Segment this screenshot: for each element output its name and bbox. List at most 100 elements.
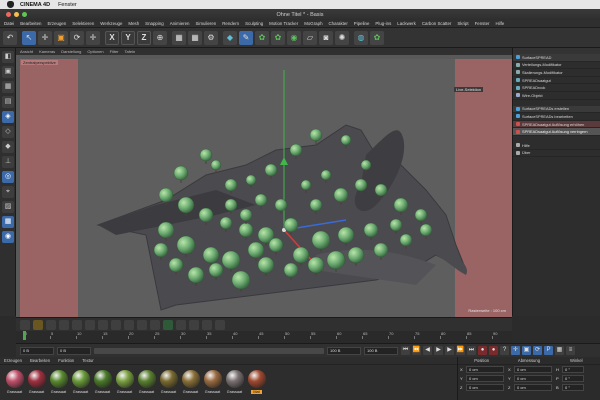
- script-icon[interactable]: [150, 319, 160, 330]
- viewport-menu-item[interactable]: Optionen: [87, 49, 103, 54]
- tweak-mode-icon[interactable]: ◎: [2, 171, 14, 183]
- angle-field[interactable]: 0 °: [562, 375, 584, 382]
- viewport-menu-item[interactable]: Darstellung: [61, 49, 81, 54]
- plugin-menu-item[interactable]: SPREADsaatgut Auflösung erhöhen: [513, 120, 600, 129]
- material-swatch[interactable]: Grassaat: [70, 370, 91, 394]
- live-selection-icon[interactable]: ↖: [22, 30, 36, 45]
- plugin-menu-item[interactable]: Über: [513, 150, 600, 158]
- recent-tools-icon[interactable]: ✛: [86, 30, 100, 45]
- takes-icon[interactable]: [98, 319, 108, 330]
- plugin-menu-item[interactable]: Verteilungs-Modifikator: [513, 62, 600, 70]
- scale-key-icon[interactable]: ▣: [522, 346, 531, 355]
- rotate-icon[interactable]: ⟳: [70, 30, 84, 45]
- app-menu-item[interactable]: Datei: [4, 21, 14, 26]
- angle-field[interactable]: 0 °: [562, 366, 584, 373]
- zoom-window-button[interactable]: [22, 12, 27, 17]
- app-menu-item[interactable]: Werkzeuge: [100, 21, 122, 26]
- app-menu-item[interactable]: Fenster: [475, 21, 490, 26]
- size-field[interactable]: 0 cm: [514, 384, 552, 391]
- material-swatch[interactable]: Grassaat: [4, 370, 25, 394]
- viewport-menu-item[interactable]: Tafeln: [125, 49, 136, 54]
- material-swatch[interactable]: Grassaat: [202, 370, 223, 394]
- keyframe-icon[interactable]: [33, 319, 43, 330]
- position-field[interactable]: 0 cm: [466, 384, 504, 391]
- material-swatch[interactable]: Grassaat: [158, 370, 179, 394]
- material-swatch[interactable]: Grassaat: [48, 370, 69, 394]
- app-menu-item[interactable]: Erzeugen: [48, 21, 67, 26]
- app-menu-item[interactable]: Motion Tracker: [269, 21, 298, 26]
- axis-mode-icon[interactable]: ⊥: [2, 156, 14, 168]
- mac-menu-fenster[interactable]: Fenster: [58, 2, 77, 8]
- console-icon[interactable]: [163, 319, 173, 330]
- goto-end-icon[interactable]: ⏭: [467, 346, 476, 355]
- timeline-icon[interactable]: [176, 319, 186, 330]
- plugin-menu-item[interactable]: Skalierungs-Modifikator: [513, 69, 600, 77]
- app-menu-item[interactable]: Charakter: [329, 21, 348, 26]
- next-frame-icon[interactable]: ▶: [445, 346, 454, 355]
- layer-icon[interactable]: [85, 319, 95, 330]
- app-menu-item[interactable]: Lackwerk: [397, 21, 416, 26]
- pla-key-icon[interactable]: ▦: [555, 346, 564, 355]
- material-menu-item[interactable]: Funktion: [58, 358, 74, 363]
- material-swatch[interactable]: Grassaat: [92, 370, 113, 394]
- plugin-menu-item[interactable]: SurfaceSPREADs erstellen: [513, 105, 600, 114]
- make-editable-icon[interactable]: ◧: [2, 51, 14, 63]
- preview-range-slider[interactable]: [94, 347, 324, 354]
- apple-icon[interactable]: [7, 1, 14, 8]
- autokey-icon[interactable]: ●: [489, 346, 498, 355]
- app-menu-item[interactable]: Bearbeiten: [20, 21, 41, 26]
- lock-workplane-icon[interactable]: ▨: [2, 201, 14, 213]
- surfacespread-icon[interactable]: ◍: [354, 30, 368, 45]
- app-menu-item[interactable]: Hilfe: [496, 21, 505, 26]
- next-key-icon[interactable]: ⏩: [456, 346, 465, 355]
- render-picture-viewer-icon[interactable]: ▦: [188, 30, 202, 45]
- app-menu-item[interactable]: Mesh: [128, 21, 139, 26]
- record-icon[interactable]: ●: [478, 346, 487, 355]
- material-menu-item[interactable]: Bearbeiten: [30, 358, 50, 363]
- material-swatch[interactable]: Mat: [246, 370, 267, 394]
- render-settings-icon[interactable]: ⚙: [204, 30, 218, 45]
- structure-icon[interactable]: [137, 319, 147, 330]
- plugin-menu-item[interactable]: SPREADsaatgut Auflösung verringern: [513, 128, 600, 136]
- points-mode-icon[interactable]: ◈: [2, 111, 14, 123]
- move-icon[interactable]: ✛: [38, 30, 52, 45]
- mac-app-name[interactable]: CINEMA 4D: [20, 2, 50, 8]
- render-view-icon[interactable]: ▦: [172, 30, 186, 45]
- minimize-window-button[interactable]: [14, 12, 19, 17]
- position-key-icon[interactable]: ✛: [511, 346, 520, 355]
- prev-key-icon[interactable]: ⏪: [412, 346, 421, 355]
- app-menu-item[interactable]: Rendern: [222, 21, 239, 26]
- timeline-ruler[interactable]: 0 5 10 15 20 25 30 35 40 45 50 55 60 65 70 75 80 85 90: [16, 331, 512, 343]
- material-swatch[interactable]: Grassaat: [180, 370, 201, 394]
- cube-icon[interactable]: ◆: [223, 30, 237, 45]
- subdivision-icon[interactable]: ✿: [255, 30, 269, 45]
- playhead[interactable]: [23, 331, 26, 340]
- light-icon[interactable]: ✺: [335, 30, 349, 45]
- plugin-menu-item[interactable]: Wire-Objekt: [513, 92, 600, 100]
- material-menu-item[interactable]: Textur: [82, 358, 93, 363]
- object-manager-icon[interactable]: [215, 319, 225, 330]
- prev-frame-icon[interactable]: ◀: [423, 346, 432, 355]
- motion-path-icon[interactable]: [46, 319, 56, 330]
- z-axis-lock-button[interactable]: Z: [137, 30, 151, 45]
- close-window-button[interactable]: [6, 12, 11, 17]
- grid-icon[interactable]: ▦: [2, 216, 14, 228]
- start-frame-field[interactable]: 0 B: [20, 346, 54, 355]
- attributes-icon[interactable]: [202, 319, 212, 330]
- material-swatch[interactable]: Grassaat: [224, 370, 245, 394]
- landscape-scene[interactable]: [16, 55, 512, 317]
- app-menu-item[interactable]: Skript: [457, 21, 468, 26]
- app-menu-item[interactable]: Snapping: [145, 21, 164, 26]
- spreadsaatgut-icon[interactable]: ✿: [370, 30, 384, 45]
- fcurve-icon[interactable]: [72, 319, 82, 330]
- deformer-icon[interactable]: ◉: [287, 30, 301, 45]
- plugin-menu-item[interactable]: SurfaceSPREADs bearbeiten: [513, 113, 600, 121]
- coordinates-icon[interactable]: [189, 319, 199, 330]
- position-field[interactable]: 0 cm: [466, 366, 504, 373]
- viewport-menu-item[interactable]: Ansicht: [20, 49, 33, 54]
- model-mode-icon[interactable]: ▣: [2, 66, 14, 78]
- size-field[interactable]: 0 cm: [514, 366, 552, 373]
- material-swatch[interactable]: Grassaat: [26, 370, 47, 394]
- camera-icon[interactable]: ◙: [319, 30, 333, 45]
- app-menu-item[interactable]: Selektieren: [72, 21, 94, 26]
